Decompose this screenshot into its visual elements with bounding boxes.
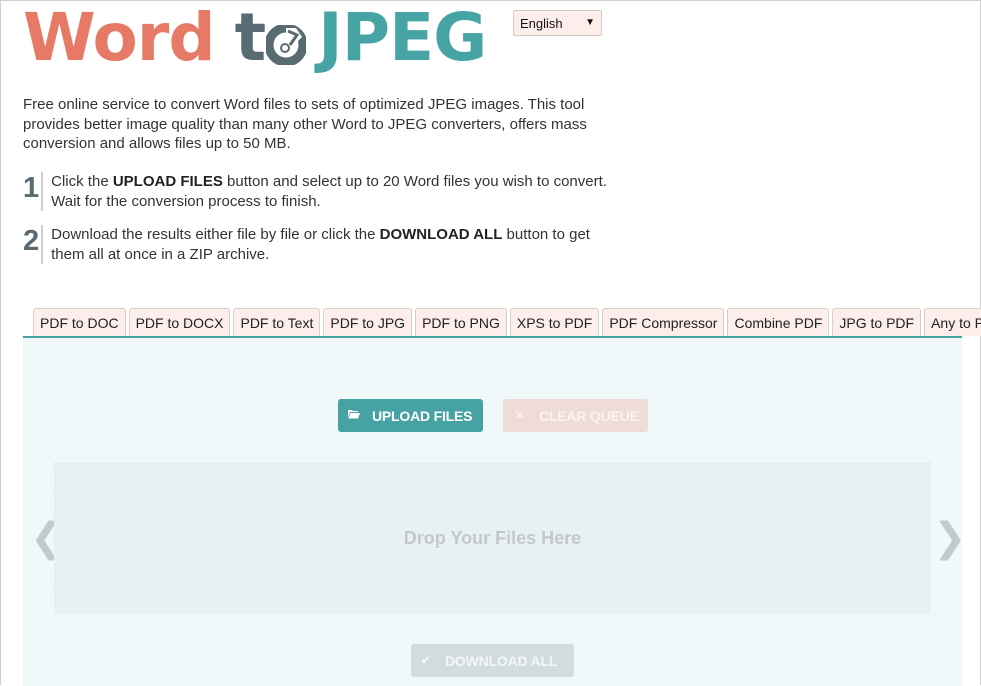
converter-panel: UPLOAD FILES ✕ CLEAR QUEUE ❮ Drop Your F…: [23, 336, 967, 686]
tool-tabs: PDF to DOC PDF to DOCX PDF to Text PDF t…: [33, 308, 981, 336]
step-text-pre: Download the results either file by file…: [51, 226, 380, 243]
clear-queue-button[interactable]: ✕ CLEAR QUEUE: [503, 399, 648, 432]
step-text-bold: DOWNLOAD ALL: [379, 226, 503, 243]
check-icon: ✔: [421, 655, 431, 667]
folder-open-icon: [348, 409, 360, 422]
clear-queue-label: CLEAR QUEUE: [539, 407, 639, 424]
tab-pdf-compressor[interactable]: PDF Compressor: [602, 308, 725, 336]
tab-pdf-to-docx[interactable]: PDF to DOCX: [128, 308, 231, 336]
next-arrow-icon[interactable]: ❯: [933, 518, 967, 558]
drop-zone[interactable]: Drop Your Files Here: [54, 462, 931, 614]
step-1: 1 Click the UPLOAD FILES button and sele…: [23, 172, 613, 211]
tab-jpg-to-pdf[interactable]: JPG to PDF: [832, 308, 922, 336]
step-text: Download the results either file by file…: [41, 225, 613, 264]
tab-xps-to-pdf[interactable]: XPS to PDF: [509, 308, 600, 336]
step-text: Click the UPLOAD FILES button and select…: [41, 172, 613, 211]
drop-zone-text: Drop Your Files Here: [403, 527, 582, 548]
chevron-down-icon: ▼: [585, 17, 595, 28]
step-2: 2 Download the results either file by fi…: [23, 225, 613, 264]
tab-any-to-pdf[interactable]: Any to PDF: [924, 308, 981, 336]
step-text-pre: Click the: [51, 173, 113, 190]
logo-word: Word: [23, 0, 216, 76]
tab-pdf-to-doc[interactable]: PDF to DOC: [33, 308, 126, 336]
tab-pdf-to-png[interactable]: PDF to PNG: [415, 308, 507, 336]
upload-files-label: UPLOAD FILES: [372, 407, 473, 424]
tab-pdf-to-jpg[interactable]: PDF to JPG: [323, 308, 413, 336]
convert-arrow-icon: [266, 25, 307, 65]
language-selected: English: [520, 16, 563, 31]
logo[interactable]: Word t JPEG: [23, 0, 487, 76]
upload-files-button[interactable]: UPLOAD FILES: [338, 399, 483, 432]
x-icon: ✕: [515, 410, 525, 422]
step-text-bold: UPLOAD FILES: [112, 173, 223, 190]
download-all-button[interactable]: ✔ DOWNLOAD ALL: [411, 644, 574, 677]
step-number: 1: [23, 172, 40, 204]
intro-text: Free online service to convert Word file…: [23, 96, 587, 152]
tab-pdf-to-text[interactable]: PDF to Text: [233, 308, 321, 336]
tab-combine-pdf[interactable]: Combine PDF: [727, 308, 830, 336]
logo-jpeg: JPEG: [318, 0, 487, 76]
language-select[interactable]: English ▼: [513, 10, 602, 36]
logo-to-t: t: [234, 0, 267, 76]
logo-to: t: [235, 5, 307, 71]
step-number: 2: [23, 225, 40, 257]
download-all-label: DOWNLOAD ALL: [445, 652, 558, 669]
